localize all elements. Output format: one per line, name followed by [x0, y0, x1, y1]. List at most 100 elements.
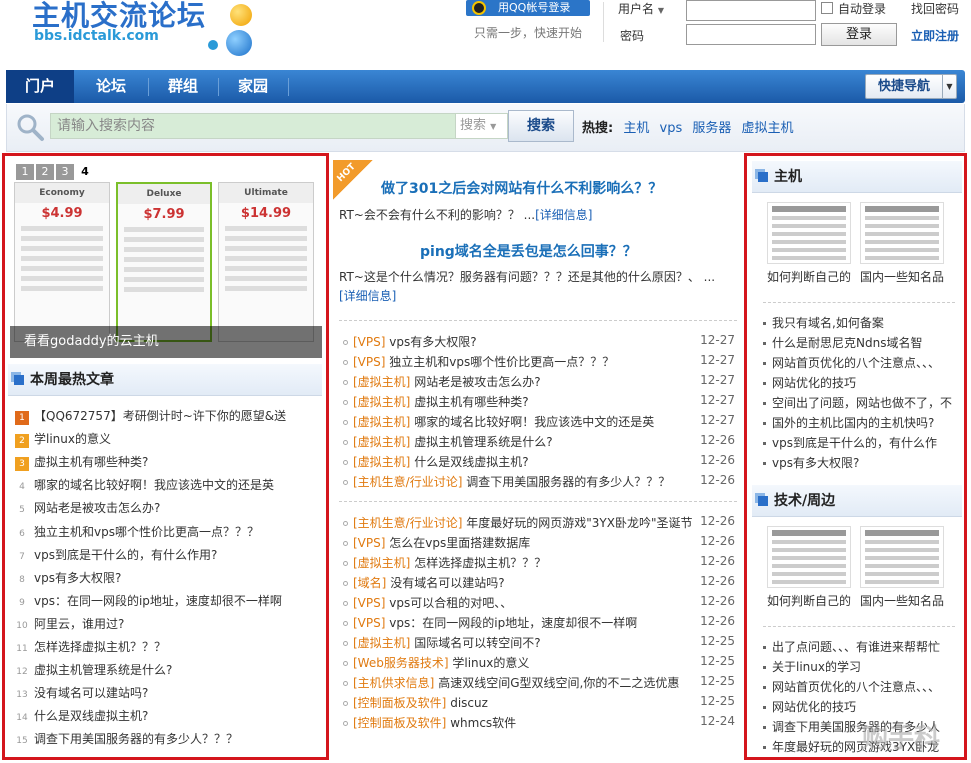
article-category[interactable]: [主机生意/行业讨论]: [353, 516, 462, 530]
article-title[interactable]: 怎样选择虚拟主机？？？: [414, 556, 546, 570]
username-label: 用户名 ▼: [618, 2, 664, 16]
qq-login-label: 用QQ帐号登录: [498, 1, 571, 14]
article-row[interactable]: [VPS] vps有多大权限? 12-27: [343, 333, 735, 350]
article-row[interactable]: [VPS] 怎么在vps里面搭建数据库 12-26: [343, 534, 735, 551]
article-title[interactable]: discuz: [450, 696, 488, 710]
article-row[interactable]: [虚拟主机] 国际域名可以转空间不? 12-25: [343, 634, 735, 651]
article-title[interactable]: 什么是双线虚拟主机?: [414, 455, 528, 469]
article-row[interactable]: [主机生意/行业讨论] 调查下用美国服务器的有多少人？？？ 12-26: [343, 473, 735, 490]
article-title[interactable]: whmcs软件: [450, 716, 516, 730]
article-category[interactable]: [虚拟主机]: [353, 455, 410, 469]
article-category[interactable]: [主机生意/行业讨论]: [353, 475, 462, 489]
article-date: 12-26: [700, 554, 735, 568]
bullet-icon: [343, 420, 348, 425]
article-date: 12-26: [700, 614, 735, 628]
article-row[interactable]: [域名] 没有域名可以建站吗? 12-26: [343, 574, 735, 591]
article-category[interactable]: [虚拟主机]: [353, 636, 410, 650]
auto-login-checkbox[interactable]: [821, 2, 833, 14]
article-date: 12-26: [700, 433, 735, 447]
hot-term[interactable]: vps: [660, 121, 683, 136]
article-category[interactable]: [虚拟主机]: [353, 556, 410, 570]
article-title[interactable]: vps有多大权限?: [389, 335, 476, 349]
article-row[interactable]: [控制面板及软件] discuz 12-25: [343, 694, 735, 711]
article-row[interactable]: [虚拟主机] 哪家的域名比较好啊！我应该选中文的还是英 12-27: [343, 413, 735, 430]
article-title[interactable]: vps：在同一网段的ip地址，速度却很不一样啊: [389, 616, 637, 630]
article-category[interactable]: [VPS]: [353, 616, 385, 630]
article-date: 12-26: [700, 574, 735, 588]
username-input[interactable]: [686, 0, 816, 21]
article-row[interactable]: [虚拟主机] 网站老是被攻击怎么办? 12-27: [343, 373, 735, 390]
article-row[interactable]: [虚拟主机] 虚拟主机管理系统是什么? 12-26: [343, 433, 735, 450]
search-scope-select[interactable]: 搜索 ▼: [456, 113, 508, 139]
article-row[interactable]: [虚拟主机] 怎样选择虚拟主机？？？ 12-26: [343, 554, 735, 571]
nav-forum[interactable]: 论坛: [76, 70, 146, 103]
article-title[interactable]: 学linux的意义: [452, 656, 529, 670]
hot-term[interactable]: 虚拟主机: [742, 121, 794, 136]
article-title[interactable]: 哪家的域名比较好啊！我应该选中文的还是英: [414, 415, 654, 429]
featured-title[interactable]: 做了301之后会对网站有什么不利影响么？？: [381, 178, 662, 198]
featured-desc: RT~这是个什么情况？服务器有问题？？？还是其他的什么原因？、 ... [详细信息…: [339, 270, 716, 303]
article-category[interactable]: [域名]: [353, 576, 386, 590]
article-row[interactable]: [VPS] 独立主机和vps哪个性价比更高一点？？？ 12-27: [343, 353, 735, 370]
logo-ball-icon: [208, 40, 218, 50]
article-category[interactable]: [VPS]: [353, 335, 385, 349]
article-date: 12-26: [700, 594, 735, 608]
qq-login-button[interactable]: 用QQ帐号登录: [466, 0, 590, 16]
hot-term[interactable]: 主机: [623, 121, 649, 136]
nav-separator: [148, 78, 149, 96]
article-date: 12-27: [700, 373, 735, 387]
article-title[interactable]: 怎么在vps里面搭建数据库: [389, 536, 530, 550]
bullet-icon: [343, 721, 348, 726]
article-row[interactable]: [VPS] vps：在同一网段的ip地址，速度却很不一样啊 12-26: [343, 614, 735, 631]
hot-term[interactable]: 服务器: [692, 121, 731, 136]
article-title[interactable]: 年度最好玩的网页游戏"3YX卧龙吟"圣诞节: [466, 516, 692, 530]
details-link[interactable]: [详细信息]: [535, 208, 592, 222]
article-row[interactable]: [虚拟主机] 虚拟主机有哪些种类? 12-27: [343, 393, 735, 410]
article-row[interactable]: [主机生意/行业讨论] 年度最好玩的网页游戏"3YX卧龙吟"圣诞节 12-26: [343, 514, 735, 531]
nav-groups[interactable]: 群组: [150, 70, 216, 103]
article-category[interactable]: [VPS]: [353, 355, 385, 369]
nav-home[interactable]: 家园: [220, 70, 286, 103]
article-category[interactable]: [虚拟主机]: [353, 435, 410, 449]
article-title[interactable]: 没有域名可以建站吗?: [390, 576, 504, 590]
article-date: 12-26: [700, 473, 735, 487]
article-row[interactable]: [虚拟主机] 什么是双线虚拟主机? 12-26: [343, 453, 735, 470]
password-input[interactable]: [686, 24, 816, 45]
find-password-link[interactable]: 找回密码: [911, 0, 959, 17]
article-title[interactable]: 调查下用美国服务器的有多少人？？？: [466, 475, 670, 489]
logo-ball-icon: [226, 30, 252, 56]
article-title[interactable]: 国际域名可以转空间不?: [414, 636, 540, 650]
article-title[interactable]: vps可以合租的对吧、、: [389, 596, 512, 610]
quick-nav-button[interactable]: 快捷导航 ▼: [865, 74, 957, 99]
featured-title[interactable]: ping域名全是丢包是怎么回事？？: [420, 241, 637, 261]
article-category[interactable]: [虚拟主机]: [353, 375, 410, 389]
article-title[interactable]: 虚拟主机管理系统是什么?: [414, 435, 552, 449]
article-row[interactable]: [Web服务器技术] 学linux的意义 12-25: [343, 654, 735, 671]
article-row[interactable]: [VPS] vps可以合租的对吧、、 12-26: [343, 594, 735, 611]
article-category[interactable]: [控制面板及软件]: [353, 716, 446, 730]
article-title[interactable]: 高速双线空间G型双线空间,你的不二之选优惠: [438, 676, 679, 690]
article-row[interactable]: [控制面板及软件] whmcs软件 12-24: [343, 714, 735, 731]
search-input[interactable]: 请输入搜索内容: [50, 113, 456, 139]
article-category[interactable]: [VPS]: [353, 596, 385, 610]
bullet-icon: [343, 621, 348, 626]
article-title[interactable]: 独立主机和vps哪个性价比更高一点？？？: [389, 355, 614, 369]
article-date: 12-27: [700, 413, 735, 427]
search-button[interactable]: 搜索: [508, 110, 574, 142]
article-row[interactable]: [主机供求信息] 高速双线空间G型双线空间,你的不二之选优惠 12-25: [343, 674, 735, 691]
article-category[interactable]: [虚拟主机]: [353, 395, 410, 409]
nav-portal[interactable]: 门户: [6, 70, 74, 103]
article-category[interactable]: [VPS]: [353, 536, 385, 550]
details-link[interactable]: [详细信息]: [339, 289, 396, 303]
article-category[interactable]: [控制面板及软件]: [353, 696, 446, 710]
login-button[interactable]: 登录: [821, 23, 897, 46]
article-category[interactable]: [主机供求信息]: [353, 676, 434, 690]
article-title[interactable]: 网站老是被攻击怎么办?: [414, 375, 540, 389]
site-logo[interactable]: 主机交流论坛 bbs.idctalk.com: [30, 0, 260, 62]
register-link[interactable]: 立即注册: [911, 27, 959, 44]
article-category[interactable]: [Web服务器技术]: [353, 656, 449, 670]
article-title[interactable]: 虚拟主机有哪些种类?: [414, 395, 528, 409]
bullet-icon: [343, 340, 348, 345]
article-category[interactable]: [虚拟主机]: [353, 415, 410, 429]
qq-icon: [472, 1, 486, 15]
